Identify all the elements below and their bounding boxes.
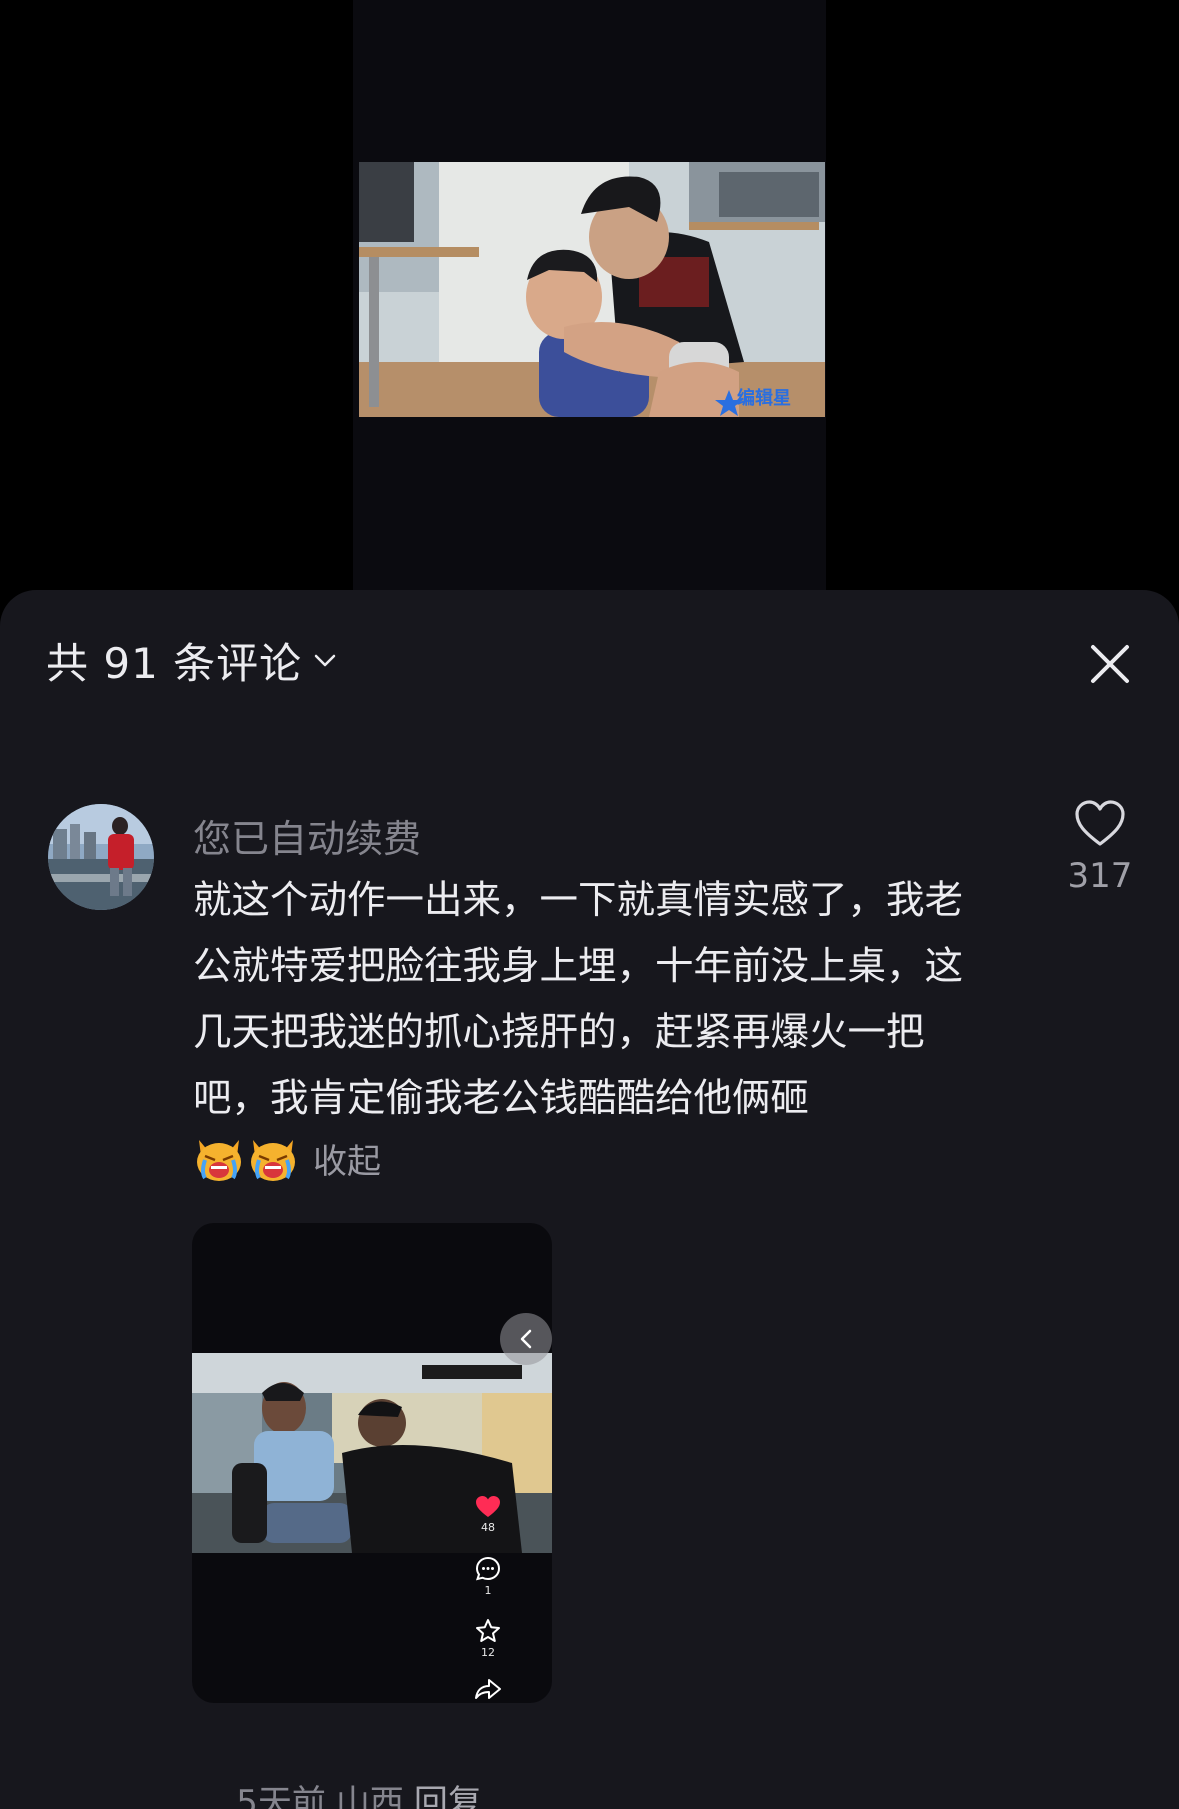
heart-icon xyxy=(1075,800,1125,846)
collapse-link[interactable]: 收起 xyxy=(313,1134,381,1183)
reply-button[interactable]: 回复 xyxy=(414,1783,482,1809)
comment-meta: 5天前 山西 回复 xyxy=(193,1735,492,1809)
comment-count-title: 共 91 条评论 xyxy=(46,638,303,688)
comment-username[interactable]: 您已自动续费 xyxy=(193,808,421,863)
share-icon xyxy=(475,1679,501,1699)
back-button[interactable] xyxy=(500,1313,552,1365)
crying-cat-emoji xyxy=(197,1140,241,1181)
chevron-down-icon xyxy=(314,654,336,667)
close-button[interactable] xyxy=(1080,634,1140,694)
crying-cat-emoji xyxy=(251,1140,295,1181)
comment-emoji-row: 收起 xyxy=(193,1128,381,1188)
comment-icon xyxy=(475,1556,501,1581)
comment-count-header[interactable]: 共 91 条评论 xyxy=(46,630,338,690)
comment-location: 山西 xyxy=(335,1783,404,1809)
video-player[interactable]: 编辑星 xyxy=(0,0,1179,600)
attachment-like-count: 48 xyxy=(481,1521,495,1534)
watermark-text: 编辑星 xyxy=(737,387,791,409)
comment-text: 就这个动作一出来，一下就真情实感了，我老公就特爱把脸往我身上埋，十年前没上桌，这… xyxy=(193,878,964,1121)
comment-time: 5天前 xyxy=(236,1783,326,1809)
close-icon xyxy=(1091,645,1129,683)
like-button[interactable]: 317 xyxy=(1060,800,1140,896)
attachment-favorite-count: 12 xyxy=(481,1646,495,1659)
heart-icon xyxy=(476,1496,500,1517)
back-arrow-icon xyxy=(520,1329,532,1349)
comment-attachment-video[interactable]: 48 1 12 xyxy=(192,1223,552,1703)
attachment-share xyxy=(468,1678,508,1700)
avatar[interactable] xyxy=(48,804,154,910)
attachment-like: 48 xyxy=(468,1495,508,1534)
comment-sheet: 共 91 条评论 您已自动续费 就这个动作一出来，一下就真情实感了，我老公就特爱… xyxy=(0,590,1179,1809)
attachment-comment: 1 xyxy=(468,1556,508,1597)
video-frame: 编辑星 xyxy=(359,162,825,417)
attachment-comment-count: 1 xyxy=(484,1584,492,1597)
like-count: 317 xyxy=(1067,856,1133,896)
star-icon xyxy=(476,1619,500,1642)
attachment-favorite: 12 xyxy=(468,1618,508,1659)
